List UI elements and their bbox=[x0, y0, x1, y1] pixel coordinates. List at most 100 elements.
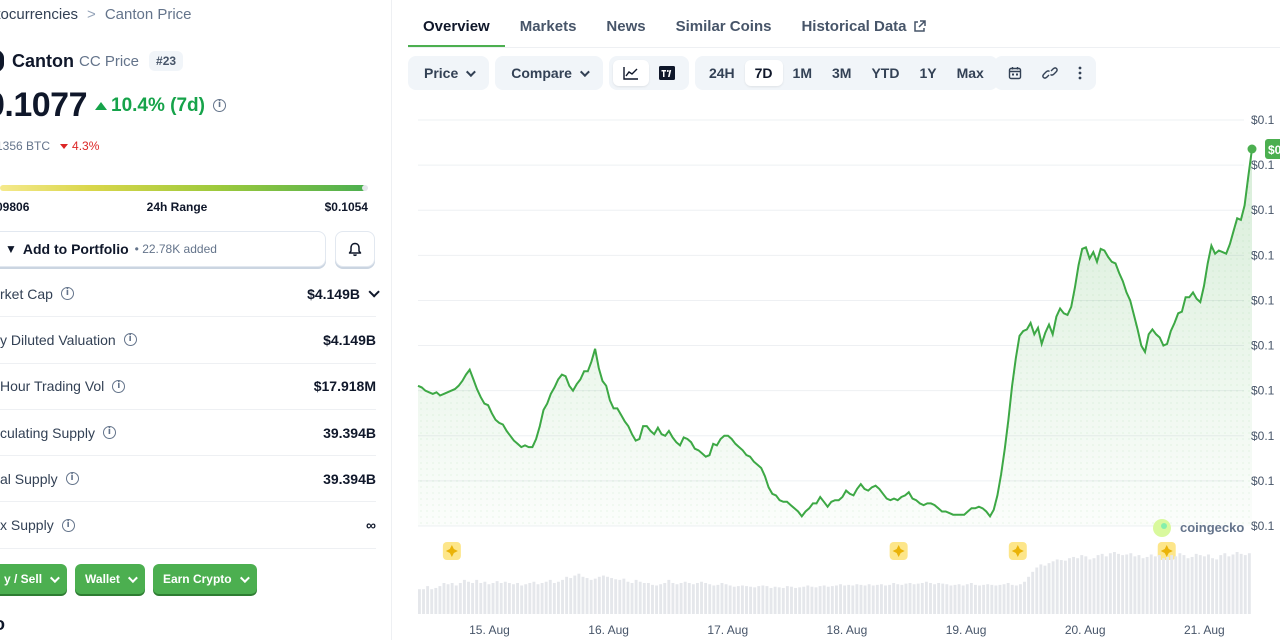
stat-label: Hour Trading Vol i bbox=[0, 378, 126, 395]
volume-bar bbox=[745, 586, 748, 614]
volume-bar bbox=[1157, 555, 1161, 614]
range-button-1m[interactable]: 1M bbox=[783, 60, 822, 86]
info-icon[interactable]: i bbox=[61, 518, 75, 532]
chevron-down-icon[interactable] bbox=[368, 285, 380, 298]
info-icon[interactable]: i bbox=[102, 426, 116, 440]
volume-bar bbox=[937, 583, 941, 614]
calendar-button[interactable] bbox=[998, 60, 1032, 86]
info-icon[interactable]: i bbox=[65, 472, 79, 486]
range-button-24h[interactable]: 24H bbox=[699, 60, 745, 86]
y-tick-label: $0.1 bbox=[1251, 474, 1275, 488]
price-dropdown[interactable]: Price bbox=[412, 60, 485, 86]
volume-bar bbox=[487, 584, 491, 614]
compare-dropdown[interactable]: Compare bbox=[499, 60, 599, 86]
stat-label-text: Hour Trading Vol bbox=[0, 378, 105, 395]
volume-bar bbox=[467, 581, 470, 614]
volume-bar bbox=[1006, 583, 1010, 614]
range-button-3m[interactable]: 3M bbox=[822, 60, 861, 86]
volume-bar bbox=[929, 583, 932, 614]
price-dropdown-label: Price bbox=[424, 65, 459, 81]
volume-bar bbox=[458, 583, 462, 614]
volume-bar bbox=[978, 585, 981, 614]
info-icon[interactable]: i bbox=[123, 333, 137, 347]
action-button-2[interactable]: Earn Crypto bbox=[152, 564, 257, 594]
volume-bar bbox=[1035, 567, 1039, 614]
info-icon[interactable]: i bbox=[112, 379, 126, 393]
volume-bar bbox=[675, 584, 679, 614]
tab-markets[interactable]: Markets bbox=[505, 18, 592, 47]
range-button-ytd[interactable]: YTD bbox=[861, 60, 909, 86]
range-button-7d[interactable]: 7D bbox=[744, 60, 783, 86]
volume-bar bbox=[507, 583, 511, 614]
volume-bar bbox=[777, 587, 781, 614]
tab-overview[interactable]: Overview bbox=[408, 18, 505, 47]
price-chart[interactable]: $0.1$0.1$0.1$0.1$0.1$0.1$0.1$0.1$0.1$0.1… bbox=[408, 96, 1280, 640]
chevron-down-icon bbox=[49, 572, 60, 583]
line-chart-button[interactable] bbox=[612, 60, 649, 86]
current-price: 0.1077 bbox=[0, 86, 88, 124]
volume-bar bbox=[700, 581, 703, 614]
volume-bar bbox=[683, 581, 687, 614]
volume-bar bbox=[1162, 558, 1165, 614]
volume-bar bbox=[781, 587, 785, 614]
coingecko-wordmark: coingecko bbox=[1180, 520, 1244, 535]
action-button-0[interactable]: y / Sell bbox=[0, 564, 68, 594]
coingecko-logo-eye bbox=[1161, 523, 1167, 529]
volume-bar bbox=[732, 586, 736, 614]
volume-bar bbox=[1174, 556, 1178, 614]
volume-bar bbox=[826, 586, 830, 614]
volume-bar bbox=[1043, 565, 1047, 614]
coin-name: Canton bbox=[12, 50, 74, 71]
volume-bar bbox=[941, 583, 945, 614]
info-icon[interactable]: i bbox=[60, 287, 74, 301]
action-button-1[interactable]: Wallet bbox=[75, 564, 145, 594]
volume-bar bbox=[679, 583, 683, 614]
up-arrow-icon bbox=[95, 101, 107, 110]
stat-value: $4.149B bbox=[307, 285, 380, 302]
tab-label: Markets bbox=[519, 18, 577, 35]
tradingview-button[interactable] bbox=[649, 60, 685, 86]
link-button[interactable] bbox=[1032, 60, 1068, 86]
add-to-portfolio-button[interactable]: ▼ Add to Portfolio • 22.78K added bbox=[0, 231, 326, 267]
tab-news[interactable]: News bbox=[591, 18, 660, 47]
external-link-icon bbox=[913, 20, 926, 32]
volume-bar bbox=[634, 579, 638, 614]
volume-bar bbox=[1247, 553, 1251, 614]
y-tick-label: $0.1 bbox=[1251, 339, 1275, 353]
last-price-dot bbox=[1247, 144, 1257, 154]
x-axis-labels: 15. Aug 16. Aug 17. Aug 18. Aug 19. Aug 20. A… bbox=[469, 623, 1225, 637]
stat-row: al Supply i 39.394B bbox=[0, 456, 376, 503]
volume-bar bbox=[863, 585, 867, 614]
volume-bar bbox=[749, 586, 753, 614]
volume-bar bbox=[847, 584, 851, 614]
info-icon[interactable]: i bbox=[212, 99, 226, 112]
event-markers bbox=[442, 542, 1176, 560]
range-bar bbox=[0, 185, 366, 191]
price-alert-button[interactable] bbox=[335, 231, 375, 267]
breadcrumb-cryptocurrencies[interactable]: ptocurrencies bbox=[0, 6, 78, 23]
volume-bar bbox=[601, 575, 605, 614]
volume-bar bbox=[1039, 564, 1043, 614]
range-button-max[interactable]: Max bbox=[947, 60, 994, 86]
volume-bar bbox=[969, 583, 973, 614]
volume-bar bbox=[879, 584, 883, 614]
x-tick-label: 18. Aug bbox=[827, 623, 868, 637]
more-options-button[interactable] bbox=[1068, 60, 1092, 86]
tradingview-icon bbox=[658, 66, 675, 80]
volume-bar bbox=[512, 584, 515, 614]
link-icon bbox=[1041, 67, 1058, 79]
volume-bar bbox=[855, 584, 859, 614]
tab-historical-data[interactable]: Historical Data bbox=[786, 18, 940, 47]
action-button-label: Earn Crypto bbox=[162, 572, 232, 586]
volume-bar bbox=[802, 586, 806, 614]
volume-bar bbox=[884, 585, 887, 614]
stat-value-text: $4.149B bbox=[307, 285, 360, 302]
volume-bar bbox=[1194, 553, 1198, 614]
volume-bar bbox=[892, 583, 896, 614]
volume-bar bbox=[1145, 556, 1149, 614]
tab-similar-coins[interactable]: Similar Coins bbox=[661, 18, 787, 47]
range-button-1y[interactable]: 1Y bbox=[909, 60, 946, 86]
volume-bar bbox=[569, 578, 573, 614]
volume-bar bbox=[740, 585, 744, 614]
volume-bar bbox=[638, 581, 642, 614]
